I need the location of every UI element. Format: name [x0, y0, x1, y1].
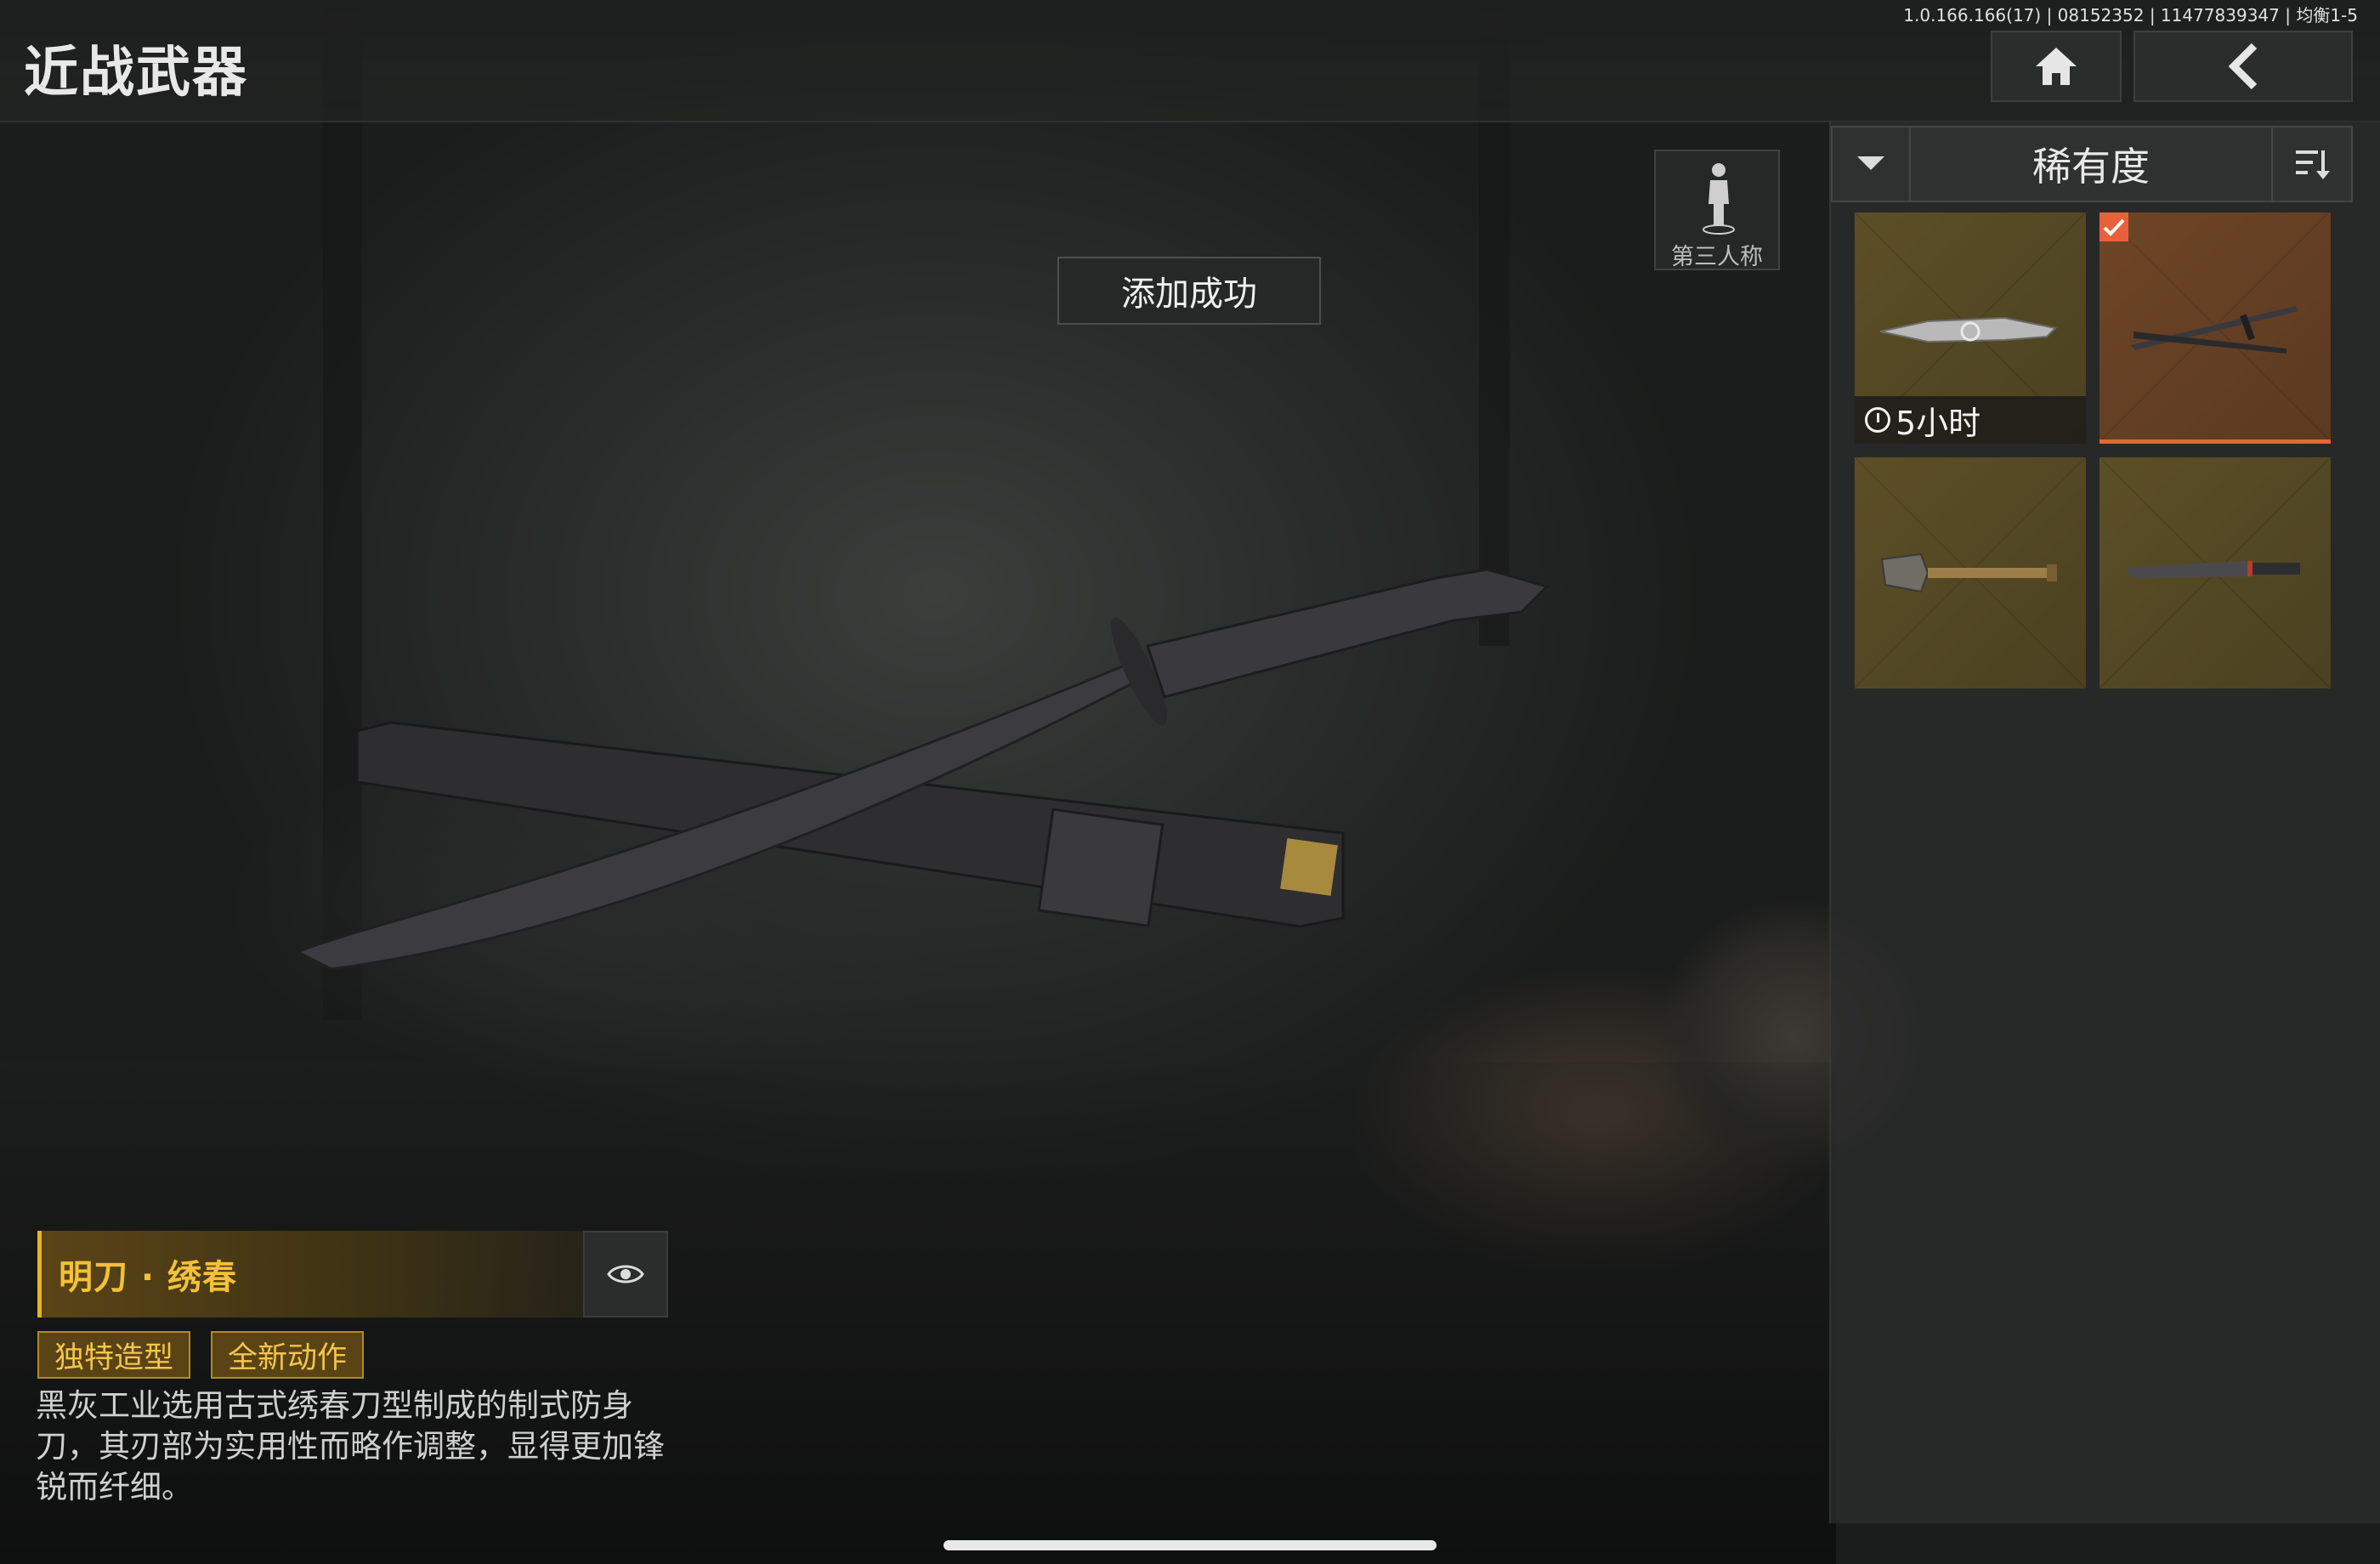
shovel-icon [1880, 552, 2057, 593]
sort-order-button[interactable] [2271, 128, 2351, 201]
feature-tag: 全新动作 [211, 1331, 365, 1379]
item-timer-label: 5小时 [1896, 404, 1981, 442]
home-indicator[interactable] [944, 1540, 1436, 1550]
version-info: 1.0.166.166(17) | 08152352 | 11477839347… [1903, 5, 2358, 26]
weapon-preview[interactable] [280, 561, 1590, 1037]
weapon-description: 黑灰工业选用古式绣春刀型制成的制式防身刀，其刃部为实用性而略作调整，显得更加锋锐… [36, 1387, 665, 1505]
toast-message: 添加成功 [1057, 257, 1321, 325]
item-card-katana[interactable] [2100, 212, 2331, 444]
third-person-label: 第三人称 [1671, 244, 1763, 270]
selected-checkmark-icon [2100, 212, 2128, 241]
sort-order-icon [2296, 150, 2330, 179]
feature-tag: 独特造型 [37, 1331, 191, 1379]
top-bar: 近战武器 1.0.166.166(17) | 08152352 | 114778… [0, 0, 2380, 122]
eye-icon [607, 1265, 644, 1284]
clock-icon [1865, 407, 1890, 433]
third-person-toggle[interactable]: 第三人称 [1654, 150, 1780, 270]
chevron-left-icon [2228, 42, 2258, 90]
third-person-figure-icon [1703, 163, 1735, 235]
chevron-down-icon [1857, 156, 1884, 170]
ornate-knife-icon [1879, 316, 2058, 343]
weapon-name-bar: 明刀 · 绣春 [37, 1231, 583, 1318]
katana-icon [2130, 306, 2298, 354]
sort-dropdown-button[interactable] [1833, 128, 1911, 201]
weapon-name: 明刀 · 绣春 [59, 1258, 238, 1297]
page-title: 近战武器 [24, 42, 248, 105]
home-icon [2036, 48, 2077, 85]
item-card-ornate-knife[interactable]: 5小时 [1855, 212, 2086, 444]
sort-label[interactable]: 稀有度 [1911, 128, 2271, 201]
item-card-machete[interactable] [2100, 457, 2331, 688]
item-timer: 5小时 [1855, 396, 2086, 444]
home-button[interactable] [1991, 31, 2122, 102]
machete-icon [2125, 561, 2300, 578]
sort-bar: 稀有度 [1831, 126, 2353, 202]
item-card-shovel[interactable] [1855, 457, 2086, 688]
back-button[interactable] [2134, 31, 2353, 102]
preview-button[interactable] [583, 1231, 668, 1318]
